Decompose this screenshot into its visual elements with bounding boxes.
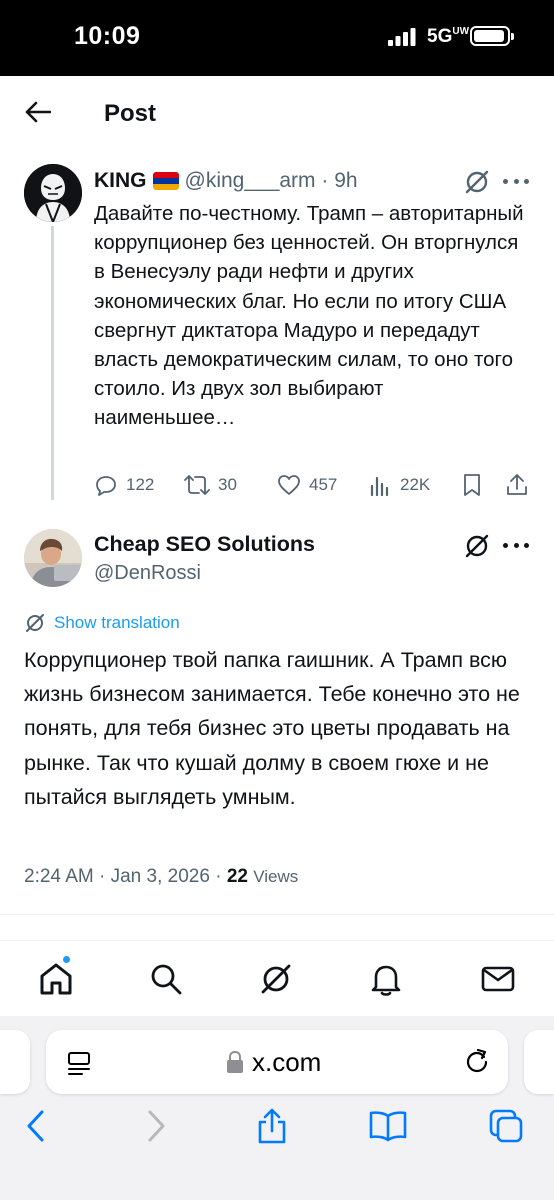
notifications-icon (371, 965, 401, 996)
author-avatar-denrossi[interactable] (24, 529, 82, 587)
grok-translate-icon (26, 614, 44, 632)
thread-connector-line (51, 226, 54, 500)
network-suffix: UW (452, 26, 470, 37)
separator-dot: · (315, 169, 335, 192)
page-menu-icon[interactable] (66, 1050, 92, 1076)
tab-messages[interactable] (478, 959, 518, 999)
battery-icon (470, 26, 514, 46)
post-time-ago: 9h (334, 169, 358, 192)
post-header: Post (0, 76, 554, 154)
bookmark-button[interactable] (462, 470, 490, 500)
like-count: 457 (309, 475, 338, 494)
views-label[interactable]: Views (253, 867, 298, 886)
analytics-icon (370, 476, 389, 496)
person-photo-avatar-image (24, 529, 82, 587)
tab-home[interactable] (36, 959, 76, 999)
post-date: Jan 3, 2026 (110, 866, 210, 887)
view-count: 22K (400, 475, 431, 494)
separator-dot: · (99, 866, 111, 887)
repost-count: 30 (218, 475, 237, 494)
post-actions: 122 30 457 22K (94, 470, 534, 500)
show-translation-link[interactable]: Show translation (24, 612, 180, 634)
cellular-signal-icon (388, 28, 416, 46)
post-time: 2:24 AM (24, 866, 94, 887)
reply-author-handle[interactable]: @DenRossi (94, 562, 201, 585)
share-button[interactable] (506, 470, 536, 500)
repost-button[interactable]: 30 (184, 470, 237, 500)
arrow-left-icon (25, 101, 51, 123)
like-button[interactable]: 457 (277, 470, 337, 500)
share-icon (258, 1108, 286, 1144)
safari-share-button[interactable] (252, 1106, 292, 1146)
grok-icon[interactable] (463, 532, 491, 560)
reply-author-name[interactable]: Cheap SEO Solutions (94, 532, 315, 557)
next-tab-preview[interactable] (524, 1030, 554, 1094)
safari-toolbar: x.com (0, 1016, 554, 1200)
status-time: 10:09 (74, 22, 141, 50)
previous-tab-preview[interactable] (0, 1030, 30, 1094)
heart-icon (278, 475, 300, 495)
author-name[interactable]: KING (94, 169, 147, 193)
tab-notifications[interactable] (366, 959, 406, 999)
post-meta: 2:24 AM · Jan 3, 2026 · 22 Views (24, 866, 298, 888)
masked-figure-avatar-image (24, 164, 82, 222)
grok-icon (261, 964, 291, 994)
back-button[interactable] (22, 96, 54, 128)
network-indicator: 5GUW (427, 26, 469, 48)
reply-text: Коррупционер твой папка гаишник. А Трамп… (24, 648, 520, 809)
lock-icon (227, 1050, 243, 1073)
book-icon (369, 1111, 407, 1142)
divider (0, 914, 554, 915)
author-avatar-king[interactable] (24, 164, 82, 222)
tab-search[interactable] (146, 959, 186, 999)
show-translation-label: Show translation (54, 613, 180, 632)
views-button[interactable]: 22K (370, 470, 430, 500)
tab-grok[interactable] (256, 959, 296, 999)
chevron-right-icon (148, 1110, 165, 1142)
more-options-icon[interactable] (503, 168, 529, 194)
network-type: 5G (427, 26, 453, 47)
home-icon (40, 963, 72, 995)
more-options-icon[interactable] (503, 532, 529, 558)
reload-icon[interactable] (464, 1048, 490, 1076)
reply-count: 122 (126, 475, 155, 494)
page-title: Post (104, 100, 157, 127)
post-author-row: KING @king___arm · 9h (94, 169, 358, 193)
post-text: Давайте по-честному. Трамп – авторитарны… (94, 202, 524, 430)
armenia-flag-icon (152, 172, 179, 190)
safari-bookmarks-button[interactable] (368, 1106, 408, 1146)
home-notification-dot (61, 954, 72, 965)
status-bar: 10:09 5GUW (0, 0, 554, 76)
repost-icon (184, 475, 210, 495)
bookmark-icon (464, 474, 480, 496)
separator-dot: · (215, 866, 227, 887)
reply-icon (96, 476, 116, 496)
views-count: 22 (226, 866, 248, 887)
safari-forward-button[interactable] (136, 1106, 176, 1146)
search-icon (151, 964, 182, 995)
messages-icon (481, 966, 515, 992)
bottom-tab-bar (0, 940, 554, 1016)
url-text: x.com (252, 1047, 322, 1077)
safari-back-button[interactable] (16, 1106, 56, 1146)
grok-icon[interactable] (463, 168, 491, 196)
safari-tabs-button[interactable] (486, 1106, 526, 1146)
author-handle[interactable]: @king___arm (185, 169, 316, 193)
address-bar[interactable]: x.com (46, 1030, 508, 1094)
tabs-icon (489, 1109, 523, 1143)
chevron-left-icon (27, 1110, 44, 1142)
reply-button[interactable]: 122 (94, 470, 154, 500)
share-icon (507, 474, 527, 495)
